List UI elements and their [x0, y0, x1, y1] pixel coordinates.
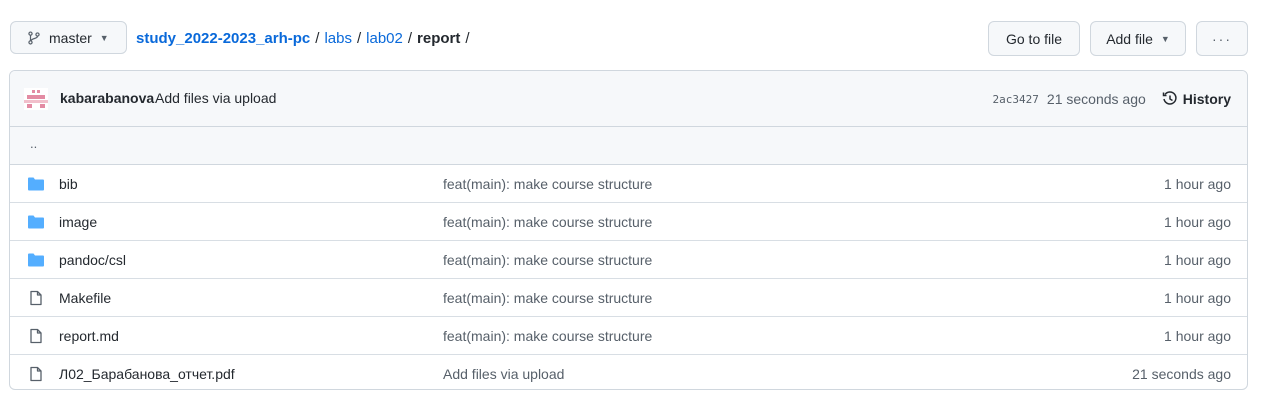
file-name-link[interactable]: image	[59, 214, 97, 230]
file-age: 1 hour ago	[1164, 214, 1231, 230]
commit-meta: 2ac3427 21 seconds ago History	[993, 87, 1231, 111]
history-link[interactable]: History	[1162, 91, 1231, 107]
folder-icon	[28, 253, 44, 267]
git-branch-icon	[28, 30, 40, 45]
file-name-link[interactable]: Makefile	[59, 290, 111, 306]
breadcrumb-separator: /	[407, 30, 413, 47]
go-to-file-button[interactable]: Go to file	[988, 21, 1080, 56]
breadcrumb-lab02-link[interactable]: lab02	[366, 30, 403, 47]
breadcrumb-repo-link[interactable]: study_2022-2023_arh-pc	[136, 30, 310, 47]
history-icon	[1162, 91, 1177, 105]
breadcrumb-separator: /	[356, 30, 362, 47]
more-options-button[interactable]: ···	[1196, 21, 1248, 56]
parent-directory-row[interactable]: ..	[10, 127, 1247, 165]
avatar[interactable]	[24, 88, 48, 110]
file-browser: kabarabanova Add files via upload 2ac342…	[9, 70, 1248, 390]
file-age: 1 hour ago	[1164, 176, 1231, 192]
file-commit-message-link[interactable]: feat(main): make course structure	[443, 176, 652, 192]
file-age: 1 hour ago	[1164, 252, 1231, 268]
table-row: image feat(main): make course structure …	[10, 203, 1247, 241]
chevron-down-icon: ▼	[99, 32, 109, 43]
parent-directory-link[interactable]: ..	[30, 136, 37, 151]
file-age: 1 hour ago	[1164, 328, 1231, 344]
add-file-button[interactable]: Add file ▼	[1090, 21, 1186, 56]
file-icon	[30, 366, 42, 382]
table-row: report.md feat(main): make course struct…	[10, 317, 1247, 355]
file-commit-message-link[interactable]: feat(main): make course structure	[443, 214, 652, 230]
branch-select-button[interactable]: master ▼	[10, 21, 127, 54]
branch-label: master	[49, 29, 92, 46]
breadcrumb-current: report	[417, 30, 461, 47]
commit-sha-link[interactable]: 2ac3427	[993, 93, 1039, 106]
file-name-link[interactable]: Л02_Барабанова_отчет.pdf	[59, 366, 235, 382]
commit-author-link[interactable]: kabarabanova	[60, 90, 154, 106]
latest-commit-bar: kabarabanova Add files via upload 2ac342…	[10, 71, 1247, 127]
breadcrumb-labs-link[interactable]: labs	[324, 30, 352, 47]
file-icon	[30, 290, 42, 306]
breadcrumb-trailing-separator: /	[465, 30, 470, 47]
table-row: Л02_Барабанова_отчет.pdf Add files via u…	[10, 355, 1247, 389]
chevron-down-icon: ▼	[1160, 33, 1170, 44]
file-commit-message-link[interactable]: feat(main): make course structure	[443, 290, 652, 306]
file-commit-message-link[interactable]: feat(main): make course structure	[443, 252, 652, 268]
file-age: 1 hour ago	[1164, 290, 1231, 306]
file-name-link[interactable]: pandoc/csl	[59, 252, 126, 268]
commit-message-link[interactable]: Add files via upload	[155, 90, 276, 106]
folder-icon	[28, 215, 44, 229]
file-age: 21 seconds ago	[1132, 366, 1231, 382]
file-commit-message-link[interactable]: feat(main): make course structure	[443, 328, 652, 344]
add-file-label: Add file	[1106, 30, 1153, 47]
breadcrumb-separator: /	[315, 30, 320, 47]
file-name-link[interactable]: bib	[59, 176, 78, 192]
file-navigation: master ▼ study_2022-2023_arh-pc / labs /…	[10, 21, 1248, 56]
file-commit-message-link[interactable]: Add files via upload	[443, 366, 564, 382]
commit-time: 21 seconds ago	[1046, 91, 1146, 107]
table-row: bib feat(main): make course structure 1 …	[10, 165, 1247, 203]
file-list: bib feat(main): make course structure 1 …	[10, 165, 1247, 389]
table-row: pandoc/csl feat(main): make course struc…	[10, 241, 1247, 279]
table-row: Makefile feat(main): make course structu…	[10, 279, 1247, 317]
file-icon	[30, 328, 42, 344]
file-name-link[interactable]: report.md	[59, 328, 119, 344]
history-label: History	[1182, 91, 1231, 107]
breadcrumb: study_2022-2023_arh-pc / labs / lab02 / …	[136, 21, 475, 56]
folder-icon	[28, 177, 44, 191]
